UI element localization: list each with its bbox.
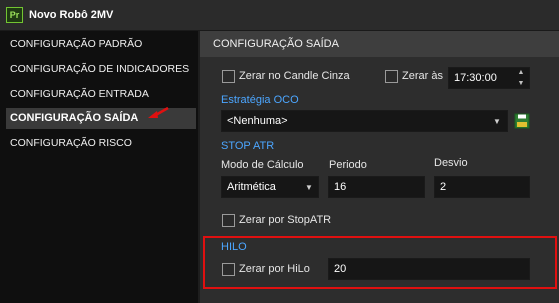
title-bar: Pr Novo Robô 2MV (0, 0, 559, 31)
spin-down-icon[interactable]: ▼ (512, 78, 530, 89)
estrategia-oco-select[interactable]: <Nenhuma> (221, 110, 508, 132)
panel-title: CONFIGURAÇÃO SAÍDA (200, 31, 559, 57)
modo-calculo-label: Modo de Cálculo (221, 159, 304, 171)
stop-atr-section-label: STOP ATR (221, 140, 275, 152)
zerar-stopatr-checkbox[interactable] (222, 214, 235, 227)
desvio-input[interactable]: 2 (434, 176, 530, 198)
chevron-down-icon: ▼ (305, 183, 313, 192)
sidebar-item-configuracao-entrada[interactable]: CONFIGURAÇÃO ENTRADA (6, 84, 196, 105)
sidebar-item-configuracao-padrao[interactable]: CONFIGURAÇÃO PADRÃO (6, 34, 196, 55)
zerar-as-checkbox[interactable] (385, 70, 398, 83)
red-annotation-arrow-icon (148, 106, 169, 118)
zerar-candle-cinza-label: Zerar no Candle Cinza (239, 70, 350, 82)
sidebar: CONFIGURAÇÃO PADRÃO CONFIGURAÇÃO DE INDI… (0, 31, 198, 303)
time-spinner[interactable]: ▲ ▼ (512, 67, 530, 89)
zerar-as-label: Zerar às (402, 70, 443, 82)
periodo-label: Periodo (329, 159, 367, 171)
zerar-candle-cinza-checkbox[interactable] (222, 70, 235, 83)
zerar-stopatr-label: Zerar por StopATR (239, 214, 332, 226)
hilo-highlight-box (203, 236, 557, 289)
floppy-save-icon[interactable] (514, 113, 530, 129)
window-title: Novo Robô 2MV (29, 9, 114, 21)
sidebar-item-configuracao-risco[interactable]: CONFIGURAÇÃO RISCO (6, 133, 196, 154)
chevron-down-icon: ▼ (493, 117, 501, 126)
estrategia-oco-section-label: Estratégia OCO (221, 94, 299, 106)
sidebar-item-configuracao-indicadores[interactable]: CONFIGURAÇÃO DE INDICADORES (6, 59, 196, 80)
spin-up-icon[interactable]: ▲ (512, 67, 530, 78)
app-icon: Pr (6, 7, 23, 23)
periodo-input[interactable]: 16 (328, 176, 425, 198)
desvio-label: Desvio (434, 157, 468, 169)
